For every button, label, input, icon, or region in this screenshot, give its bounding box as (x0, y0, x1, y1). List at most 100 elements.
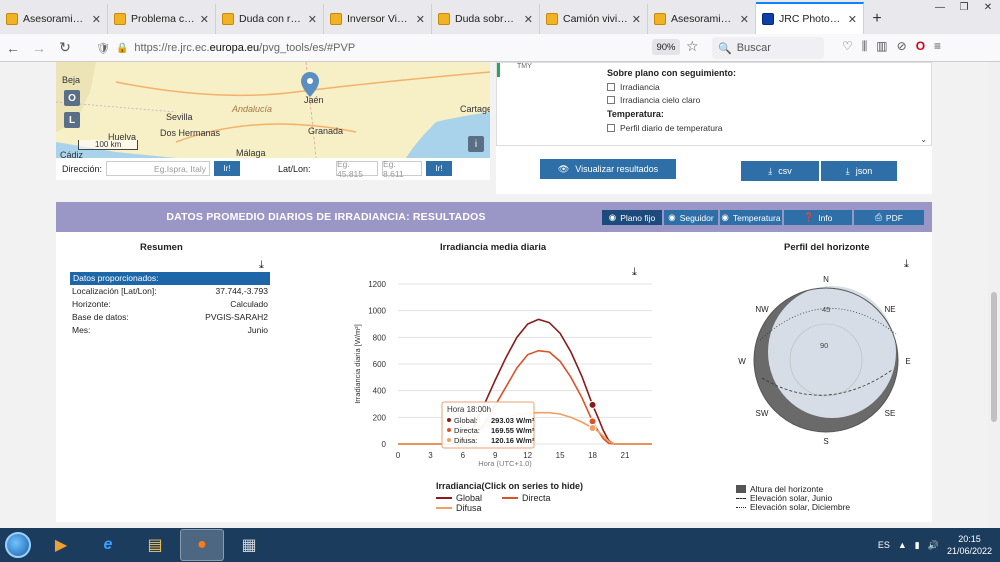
tracking-heading: Sobre plano con seguimiento: (607, 68, 737, 78)
minimize-icon[interactable]: — (928, 0, 952, 14)
close-tab-icon[interactable]: ✕ (416, 13, 425, 26)
calculator-icon[interactable]: ▦ (227, 529, 271, 561)
start-button[interactable] (0, 529, 36, 561)
lon-input[interactable]: Eg. 8.611 (382, 159, 422, 179)
summary-download-icon[interactable]: ⤓ (259, 259, 264, 272)
direction-label: Dirección: (62, 164, 103, 174)
y-tick-label: 0 (382, 440, 387, 449)
favicon-icon (6, 13, 18, 25)
tab-tracker[interactable]: ◉ Seguidor (664, 210, 718, 225)
x-tick-label: 21 (621, 451, 630, 460)
menu-icon[interactable]: ≡ (934, 39, 941, 54)
firefox-icon[interactable]: ● (180, 529, 224, 561)
close-tab-icon[interactable]: ✕ (308, 13, 317, 26)
back-icon[interactable]: ← (0, 36, 26, 60)
checkbox-icon (607, 124, 615, 132)
close-tab-icon[interactable]: ✕ (92, 13, 101, 26)
map-layer-l-button[interactable]: L (64, 112, 80, 128)
legend-swatch (436, 507, 452, 509)
map-place: Granada (308, 126, 344, 136)
browser-tab[interactable]: Asesoramiento s ✕ (648, 4, 756, 34)
tab-title: Camión vivienda. (563, 13, 628, 25)
map-info-button[interactable]: i (468, 136, 484, 152)
close-tab-icon[interactable]: ✕ (524, 13, 533, 26)
tab-temperature[interactable]: ◉ Temperatura (720, 210, 782, 225)
close-tab-icon[interactable]: ✕ (848, 13, 857, 26)
tooltip-bullet (447, 438, 451, 442)
browser-tab[interactable]: JRC Photovoltaic ✕ (756, 2, 864, 34)
bookmark-star-icon[interactable]: ☆ (686, 38, 699, 55)
tab-pdf[interactable]: ⎙ PDF (854, 210, 924, 225)
media-player-icon[interactable]: ▶ (39, 529, 83, 561)
opera-icon[interactable]: O (916, 39, 925, 54)
close-tab-icon[interactable]: ✕ (740, 13, 749, 26)
map-place: Sevilla (166, 112, 193, 122)
browser-tab[interactable]: Problema con di ✕ (108, 4, 216, 34)
chevron-down-icon[interactable]: ⌄ (920, 135, 927, 144)
map-layer-o-button[interactable]: O (64, 90, 80, 106)
latlon-go-button[interactable]: Ir! (426, 161, 452, 176)
windows-logo-icon (5, 532, 31, 558)
tooltip-row-value: 169.55 W/m² (491, 426, 535, 435)
irradiance-checkbox[interactable]: Irradiancia (607, 82, 660, 92)
legend-global[interactable]: Global (436, 493, 482, 503)
results-title: DATOS PROMEDIO DIARIOS DE IRRADIANCIA: R… (166, 211, 486, 223)
block-icon[interactable]: ⊘ (897, 39, 907, 54)
direction-input[interactable]: Eg.Ispra, Italy (106, 161, 210, 176)
internet-explorer-icon[interactable]: e (86, 529, 130, 561)
search-box[interactable]: 🔍 Buscar (712, 37, 824, 59)
browser-tab[interactable]: Duda sobre ecua ✕ (432, 4, 540, 34)
browser-tab[interactable]: Duda con resiste ✕ (216, 4, 324, 34)
browser-tab[interactable]: Asesoramiento s ✕ (0, 4, 108, 34)
language-indicator[interactable]: ES (878, 540, 890, 550)
browser-tab[interactable]: Camión vivienda. ✕ (540, 4, 648, 34)
map-view[interactable]: O L Beja Jaén Sevilla Andalucía Dos Herm… (56, 62, 490, 158)
volume-icon[interactable]: 🔊 (928, 540, 939, 551)
irradiance-chart[interactable]: 0 200 400 600 800 1000 1200 0 3 6 9 12 15 18 21 Irradia… (346, 262, 666, 475)
page-scrollbar[interactable] (988, 62, 1000, 528)
forward-icon[interactable]: → (26, 36, 52, 60)
sidebar-icon[interactable]: ▥ (876, 39, 887, 54)
map-scale: 100 km (78, 140, 139, 150)
csv-download-button[interactable]: ⤓ csv (741, 161, 819, 181)
maximize-icon[interactable]: ❐ (952, 0, 976, 14)
url-bar[interactable]: 🛡 🔒 https://re.jrc.ec. europa.eu/pvg_tool… (96, 37, 684, 59)
checkbox-icon (607, 96, 615, 104)
tab-info[interactable]: ❓ Info (784, 210, 852, 225)
results-card: DATOS PROMEDIO DIARIOS DE IRRADIANCIA: R… (56, 202, 932, 522)
close-window-icon[interactable]: ✕ (976, 0, 1000, 14)
y-tick-label: 400 (373, 387, 387, 396)
direction-label: NE (884, 305, 895, 314)
favicon-icon (546, 13, 558, 25)
direction-go-button[interactable]: Ir! (214, 161, 240, 176)
tab-fixed-plane[interactable]: ◉ Plano fijo (602, 210, 662, 225)
legend-direct[interactable]: Directa (502, 493, 551, 503)
json-download-button[interactable]: ⤓ json (821, 161, 897, 181)
network-icon[interactable]: ▮ (915, 540, 920, 551)
system-tray: ES ▲ ▮ 🔊 20:15 21/06/2022 (878, 533, 1000, 557)
lat-input[interactable]: Eg. 45.815 (336, 159, 378, 179)
clear-sky-checkbox[interactable]: Irradiancia cielo claro (607, 95, 700, 105)
close-tab-icon[interactable]: ✕ (200, 13, 209, 26)
library-icon[interactable]: ⫼ (862, 39, 868, 54)
pocket-icon[interactable]: ♡ (842, 39, 853, 54)
zoom-badge[interactable]: 90% (652, 39, 680, 55)
legend-label: Directa (522, 493, 551, 503)
browser-tab[interactable]: Inversor Victron ✕ (324, 4, 432, 34)
new-tab-button[interactable]: + (864, 4, 890, 34)
scrollbar-thumb[interactable] (991, 292, 997, 422)
summary-row-value: PVGIS-SARAH2 (205, 312, 268, 322)
chart-svg[interactable]: 0200400600800100012000 3 6 9 12 15 18 21Irradia… (346, 262, 666, 472)
map-place: Beja (62, 75, 81, 85)
tray-arrow-icon[interactable]: ▲ (898, 540, 907, 550)
search-placeholder: Buscar (736, 42, 771, 54)
visualize-results-button[interactable]: 👁 Visualizar resultados (540, 159, 676, 179)
legend-diffuse[interactable]: Difusa (436, 503, 482, 513)
reload-icon[interactable]: ↻ (52, 36, 78, 60)
clock[interactable]: 20:15 21/06/2022 (947, 533, 992, 557)
close-tab-icon[interactable]: ✕ (632, 13, 641, 26)
y-axis-label: Irradiancia diaria [W/m²] (353, 324, 362, 404)
file-explorer-icon[interactable]: ▤ (133, 529, 177, 561)
direction-label: E (905, 357, 910, 366)
temp-profile-checkbox[interactable]: Perfil diario de temperatura (607, 123, 723, 133)
